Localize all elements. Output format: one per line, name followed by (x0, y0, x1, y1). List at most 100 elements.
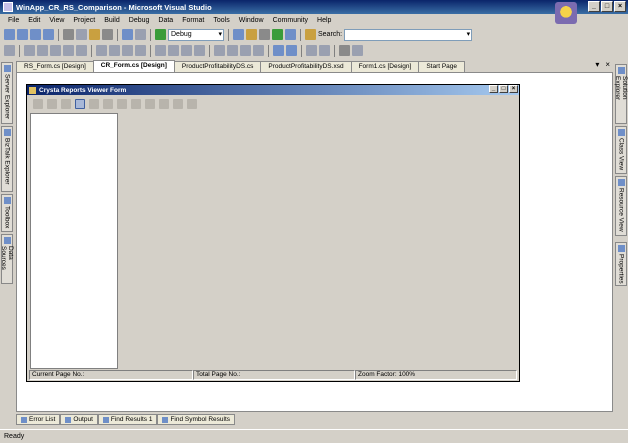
solution-config-select[interactable]: Debug (168, 28, 224, 41)
search-icon[interactable] (305, 29, 316, 40)
align-lefts-icon[interactable] (4, 45, 15, 56)
output-tab[interactable]: Output (60, 414, 98, 425)
center-vertically-icon[interactable] (286, 45, 297, 56)
increase-vspacing-icon[interactable] (227, 45, 238, 56)
find-in-files-icon[interactable] (233, 29, 244, 40)
save-all-icon[interactable] (43, 29, 54, 40)
add-item-icon[interactable] (17, 29, 28, 40)
remove-spacing-icon[interactable] (194, 45, 205, 56)
find-symbol-results-tab[interactable]: Find Symbol Results (157, 414, 236, 425)
toolbox-icon[interactable] (285, 29, 296, 40)
save-icon[interactable] (30, 29, 41, 40)
align-tops-icon[interactable] (50, 45, 61, 56)
error-list-tab[interactable]: Error List (16, 414, 61, 425)
vertical-spacing-icon[interactable] (214, 45, 225, 56)
align-rights-icon[interactable] (37, 45, 48, 56)
send-to-back-icon[interactable] (319, 45, 330, 56)
close-button[interactable]: × (614, 1, 626, 12)
menu-view[interactable]: View (49, 17, 64, 24)
close-view-icon[interactable] (159, 99, 169, 109)
maximize-button[interactable]: □ (601, 1, 613, 12)
search-label: Search: (318, 31, 343, 38)
toolbar-separator (150, 44, 151, 57)
menu-help[interactable]: Help (317, 17, 331, 24)
menu-build[interactable]: Build (104, 17, 120, 24)
form-close-button[interactable]: × (509, 85, 518, 93)
doc-tab-rs-form-design[interactable]: RS_Form.cs [Design] (16, 61, 94, 72)
remove-vspacing-icon[interactable] (253, 45, 264, 56)
resource-view-label: Resource View (617, 188, 625, 232)
first-page-icon[interactable] (89, 99, 99, 109)
menu-format[interactable]: Format (182, 17, 204, 24)
align-middles-icon[interactable] (63, 45, 74, 56)
solution-explorer-tab[interactable]: Solution Explorer (614, 64, 628, 124)
class-view-tab[interactable]: Class View (615, 126, 627, 174)
data-sources-tab[interactable]: Data Sources (0, 234, 14, 284)
print-report-icon[interactable] (47, 99, 57, 109)
toolbar-separator (300, 28, 301, 41)
resource-view-tab[interactable]: Resource View (615, 176, 627, 236)
search-input[interactable] (344, 28, 473, 41)
menu-debug[interactable]: Debug (129, 17, 150, 24)
redo-icon[interactable] (135, 29, 146, 40)
group-tree-pane[interactable] (30, 113, 118, 369)
properties-tab[interactable]: Properties (615, 242, 627, 286)
doc-tab-form1-design[interactable]: Form1.cs [Design] (350, 61, 420, 72)
paste-icon[interactable] (89, 29, 100, 40)
server-explorer-tab[interactable]: Server Explorer (1, 62, 13, 124)
properties-icon[interactable] (259, 29, 270, 40)
minimize-button[interactable]: _ (588, 1, 600, 12)
next-page-icon[interactable] (117, 99, 127, 109)
increase-spacing-icon[interactable] (168, 45, 179, 56)
align-bottoms-icon[interactable] (76, 45, 87, 56)
lock-controls-icon[interactable] (352, 45, 363, 56)
decrease-vspacing-icon[interactable] (240, 45, 251, 56)
solution-explorer-icon[interactable] (246, 29, 257, 40)
object-browser-icon[interactable] (272, 29, 283, 40)
copy-icon[interactable] (76, 29, 87, 40)
doc-tab-productprofitabilityds-cs[interactable]: ProductProfitabilityDS.cs (173, 61, 262, 72)
previous-page-icon[interactable] (103, 99, 113, 109)
start-debugging-icon[interactable] (155, 29, 166, 40)
align-centers-icon[interactable] (24, 45, 35, 56)
zoom-icon[interactable] (187, 99, 197, 109)
form-minimize-button[interactable]: _ (489, 85, 498, 93)
find-results-1-tab[interactable]: Find Results 1 (97, 414, 158, 425)
center-horizontally-icon[interactable] (273, 45, 284, 56)
menu-data[interactable]: Data (158, 17, 173, 24)
menu-project[interactable]: Project (73, 17, 95, 24)
cut-icon[interactable] (63, 29, 74, 40)
size-to-grid-icon[interactable] (135, 45, 146, 56)
crystal-reports-viewer-form[interactable]: Crysta Reports Viewer Form _ □ × Current… (26, 84, 520, 382)
menu-edit[interactable]: Edit (28, 17, 40, 24)
undo-icon[interactable] (122, 29, 133, 40)
delete-icon[interactable] (102, 29, 113, 40)
make-same-width-icon[interactable] (96, 45, 107, 56)
biztalk-explorer-icon (3, 129, 11, 136)
menu-community[interactable]: Community (273, 17, 308, 24)
menu-file[interactable]: File (8, 17, 19, 24)
refresh-icon[interactable] (61, 99, 71, 109)
last-page-icon[interactable] (131, 99, 141, 109)
menu-window[interactable]: Window (239, 17, 264, 24)
go-to-page-icon[interactable] (145, 99, 155, 109)
form-maximize-button[interactable]: □ (499, 85, 508, 93)
horizontal-spacing-icon[interactable] (155, 45, 166, 56)
menu-tools[interactable]: Tools (213, 17, 229, 24)
doc-tab-cr-form-design[interactable]: CR_Form.cs [Design] (92, 60, 175, 72)
export-report-icon[interactable] (33, 99, 43, 109)
bring-to-front-icon[interactable] (306, 45, 317, 56)
decrease-spacing-icon[interactable] (181, 45, 192, 56)
new-project-icon[interactable] (4, 29, 15, 40)
close-document-icon[interactable]: × (605, 60, 610, 69)
doc-tab-productprofitabilityds-xsd[interactable]: ProductProfitabilityDS.xsd (260, 61, 352, 72)
find-text-icon[interactable] (173, 99, 183, 109)
tab-order-icon[interactable] (339, 45, 350, 56)
toggle-group-tree-icon[interactable] (75, 99, 85, 109)
biztalk-explorer-tab[interactable]: BizTalk Explorer (1, 126, 13, 192)
doc-tab-start-page[interactable]: Start Page (418, 61, 466, 72)
make-same-size-icon[interactable] (122, 45, 133, 56)
active-files-dropdown-icon[interactable]: ▾ (595, 60, 599, 69)
toolbox-tab[interactable]: Toolbox (1, 194, 13, 232)
make-same-height-icon[interactable] (109, 45, 120, 56)
